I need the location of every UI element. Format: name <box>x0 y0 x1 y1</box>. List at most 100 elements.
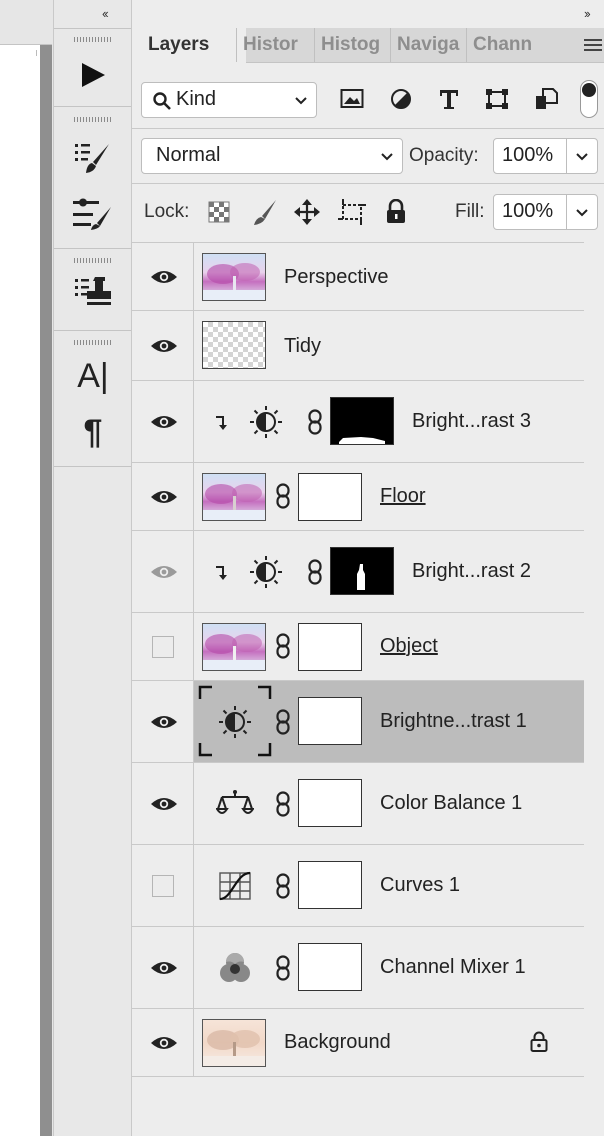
tab-layers[interactable]: Layers <box>132 28 246 63</box>
layer-thumbnail[interactable] <box>202 321 266 369</box>
layer-name[interactable]: Background <box>284 1031 391 1054</box>
layer-mask-thumbnail[interactable] <box>330 397 394 445</box>
link-chain-icon[interactable] <box>276 709 290 735</box>
layer-visibility-toggle[interactable] <box>132 311 194 380</box>
layer-thumbnail[interactable] <box>202 473 266 521</box>
layer-row[interactable]: Color Balance 1 <box>132 763 584 845</box>
layer-row[interactable]: Channel Mixer 1 <box>132 927 584 1009</box>
link-chain-icon[interactable] <box>308 409 322 435</box>
collapse-toolbar-button[interactable]: ‹‹ <box>102 6 109 21</box>
layer-row[interactable]: Curves 1 <box>132 845 584 927</box>
link-chain-icon[interactable] <box>276 873 290 899</box>
layer-mask-thumbnail[interactable] <box>330 547 394 595</box>
filter-kind-select[interactable]: Kind <box>141 82 317 118</box>
adjustment-layer-filter-icon[interactable] <box>390 88 412 110</box>
document-canvas-edge <box>0 0 52 1136</box>
character-icon: A| <box>77 356 109 395</box>
filter-toggle-switch[interactable] <box>580 80 598 118</box>
panel-grip[interactable] <box>74 340 112 345</box>
lock-artboard-icon[interactable] <box>338 199 366 225</box>
clone-source-button[interactable] <box>72 272 114 312</box>
layer-visibility-toggle[interactable] <box>132 463 194 530</box>
layer-mask-thumbnail[interactable] <box>298 861 362 909</box>
layer-visibility-toggle[interactable] <box>132 381 194 462</box>
layer-row[interactable]: Object <box>132 613 584 681</box>
link-chain-icon[interactable] <box>276 633 290 659</box>
panel-grip[interactable] <box>74 37 112 42</box>
layer-visibility-toggle[interactable] <box>132 845 194 926</box>
layer-visibility-toggle[interactable] <box>132 681 194 762</box>
layer-visibility-toggle[interactable] <box>132 531 194 612</box>
layer-name[interactable]: Channel Mixer 1 <box>380 956 526 979</box>
layer-row[interactable]: Bright...rast 3 <box>132 381 584 463</box>
layer-thumbnail[interactable] <box>202 623 266 671</box>
layer-thumbnail[interactable] <box>202 253 266 301</box>
layer-visibility-toggle[interactable] <box>132 927 194 1008</box>
shape-layer-filter-icon[interactable] <box>485 88 509 110</box>
layer-row[interactable]: Bright...rast 2 <box>132 531 584 613</box>
lock-all-icon[interactable] <box>385 199 407 225</box>
layer-mask-thumbnail[interactable] <box>298 623 362 671</box>
tab-history[interactable]: Histor <box>236 28 313 62</box>
clipping-arrow-icon <box>216 416 227 430</box>
tab-histogram[interactable]: Histog <box>314 28 389 62</box>
brush-settings-button[interactable] <box>72 193 114 233</box>
document-canvas[interactable] <box>0 45 40 1136</box>
link-chain-icon[interactable] <box>276 791 290 817</box>
panel-menu-icon[interactable] <box>584 39 602 51</box>
layer-row[interactable]: Background <box>132 1009 584 1077</box>
eye-icon <box>151 716 177 728</box>
character-panel-button[interactable]: A| <box>72 356 114 396</box>
pixel-layer-filter-icon[interactable] <box>340 88 364 110</box>
layer-row-selected[interactable]: Brightne...trast 1 <box>132 681 584 763</box>
layer-visibility-toggle[interactable] <box>132 613 194 680</box>
actions-play-button[interactable] <box>72 55 114 95</box>
tab-navigator[interactable]: Naviga <box>390 28 463 62</box>
blend-mode-value: Normal <box>156 144 221 166</box>
lock-image-pixels-icon[interactable] <box>252 198 278 226</box>
layer-mask-thumbnail[interactable] <box>298 943 362 991</box>
fill-dropdown-button[interactable] <box>566 194 598 230</box>
layer-mask-thumbnail[interactable] <box>298 473 362 521</box>
lock-transparent-pixels-icon[interactable] <box>208 201 230 223</box>
lock-position-icon[interactable] <box>294 199 320 225</box>
fill-input[interactable]: 100% <box>493 194 567 230</box>
toolpanel-separator <box>54 330 131 331</box>
clone-stamp-icon <box>75 277 111 305</box>
collapse-panel-button[interactable]: ›› <box>584 6 591 21</box>
layer-visibility-toggle[interactable] <box>132 763 194 844</box>
layer-row[interactable]: Perspective <box>132 243 584 311</box>
layer-name[interactable]: Curves 1 <box>380 874 460 897</box>
layer-mask-thumbnail[interactable] <box>298 697 362 745</box>
opacity-input[interactable]: 100% <box>493 138 567 174</box>
layer-thumbnail[interactable] <box>202 1019 266 1067</box>
layer-visibility-toggle[interactable] <box>132 1009 194 1076</box>
panel-grip[interactable] <box>74 117 112 122</box>
layer-name[interactable]: Color Balance 1 <box>380 792 522 815</box>
layer-name[interactable]: Floor <box>380 485 426 508</box>
smart-object-filter-icon[interactable] <box>534 87 558 111</box>
layer-name[interactable]: Tidy <box>284 335 321 358</box>
blend-mode-select[interactable]: Normal <box>141 138 403 174</box>
layer-row[interactable]: Floor <box>132 463 584 531</box>
type-layer-filter-icon[interactable] <box>438 87 460 111</box>
panel-scroll-gutter[interactable] <box>584 242 604 1136</box>
layer-name[interactable]: Object <box>380 635 438 658</box>
layer-row[interactable]: Tidy <box>132 311 584 381</box>
link-chain-icon[interactable] <box>308 559 322 585</box>
layer-mask-thumbnail[interactable] <box>298 779 362 827</box>
link-chain-icon[interactable] <box>276 483 290 509</box>
opacity-dropdown-button[interactable] <box>566 138 598 174</box>
brush-presets-button[interactable] <box>72 138 114 178</box>
layers-empty-area[interactable] <box>132 1077 584 1136</box>
layer-name[interactable]: Bright...rast 2 <box>412 560 531 583</box>
layer-name[interactable]: Brightne...trast 1 <box>380 710 527 733</box>
panel-grip[interactable] <box>74 258 112 263</box>
tab-channels[interactable]: Chann <box>466 28 545 62</box>
tree-image-thumbnail <box>203 263 265 300</box>
paragraph-panel-button[interactable]: ¶ <box>72 412 114 452</box>
layer-visibility-toggle[interactable] <box>132 243 194 310</box>
layer-name[interactable]: Bright...rast 3 <box>412 410 531 433</box>
link-chain-icon[interactable] <box>276 955 290 981</box>
layer-name[interactable]: Perspective <box>284 266 389 289</box>
